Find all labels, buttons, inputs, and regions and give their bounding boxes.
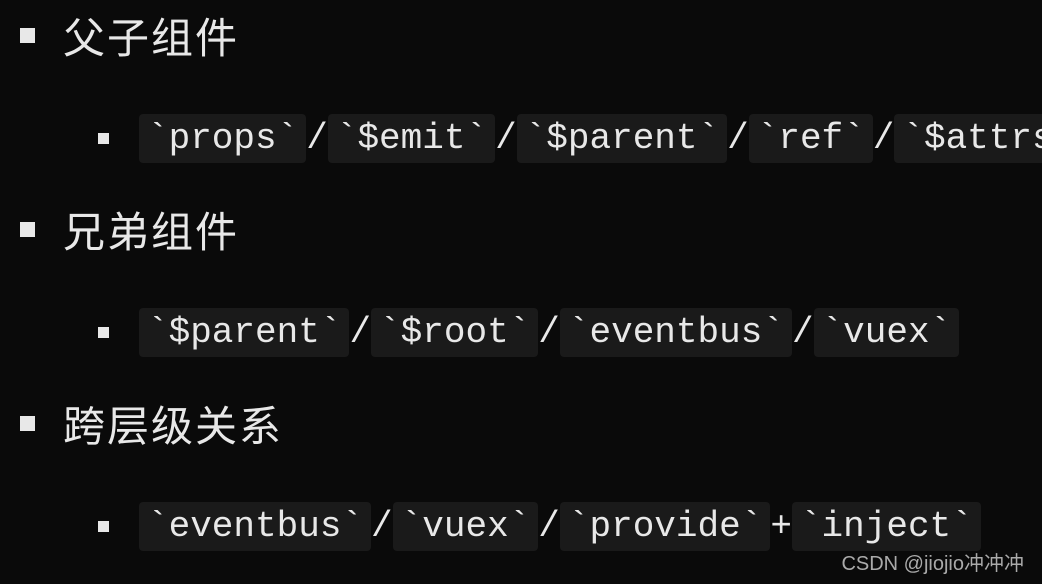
code-content: `props`/`$emit`/`$parent`/`ref`/`$attrs` [139, 118, 1042, 159]
section-heading-row: 父子组件 [20, 5, 1022, 66]
code-item: `eventbus`/`vuex`/`provide`+`inject` [98, 506, 1022, 547]
section-heading: 跨层级关系 [63, 393, 283, 454]
section-heading-row: 跨层级关系 [20, 393, 1022, 454]
watermark-text: CSDN @jiojio冲冲冲 [841, 547, 1024, 576]
bullet-square-small-icon [98, 327, 109, 338]
section-list: 父子组件 `props`/`$emit`/`$parent`/`ref`/`$a… [20, 5, 1022, 547]
section-item: 兄弟组件 `$parent`/`$root`/`eventbus`/`vuex` [20, 199, 1022, 353]
bullet-square-icon [20, 28, 35, 43]
bullet-square-icon [20, 416, 35, 431]
bullet-square-icon [20, 222, 35, 237]
code-item: `$parent`/`$root`/`eventbus`/`vuex` [98, 312, 1022, 353]
code-item: `props`/`$emit`/`$parent`/`ref`/`$attrs` [98, 118, 1022, 159]
code-list: `$parent`/`$root`/`eventbus`/`vuex` [20, 312, 1022, 353]
section-item: 跨层级关系 `eventbus`/`vuex`/`provide`+`injec… [20, 393, 1022, 547]
code-list: `eventbus`/`vuex`/`provide`+`inject` [20, 506, 1022, 547]
bullet-square-small-icon [98, 521, 109, 532]
section-item: 父子组件 `props`/`$emit`/`$parent`/`ref`/`$a… [20, 5, 1022, 159]
section-heading: 父子组件 [63, 5, 239, 66]
section-heading-row: 兄弟组件 [20, 199, 1022, 260]
section-heading: 兄弟组件 [63, 199, 239, 260]
code-content: `eventbus`/`vuex`/`provide`+`inject` [139, 506, 981, 547]
bullet-square-small-icon [98, 133, 109, 144]
code-content: `$parent`/`$root`/`eventbus`/`vuex` [139, 312, 959, 353]
code-list: `props`/`$emit`/`$parent`/`ref`/`$attrs` [20, 118, 1022, 159]
